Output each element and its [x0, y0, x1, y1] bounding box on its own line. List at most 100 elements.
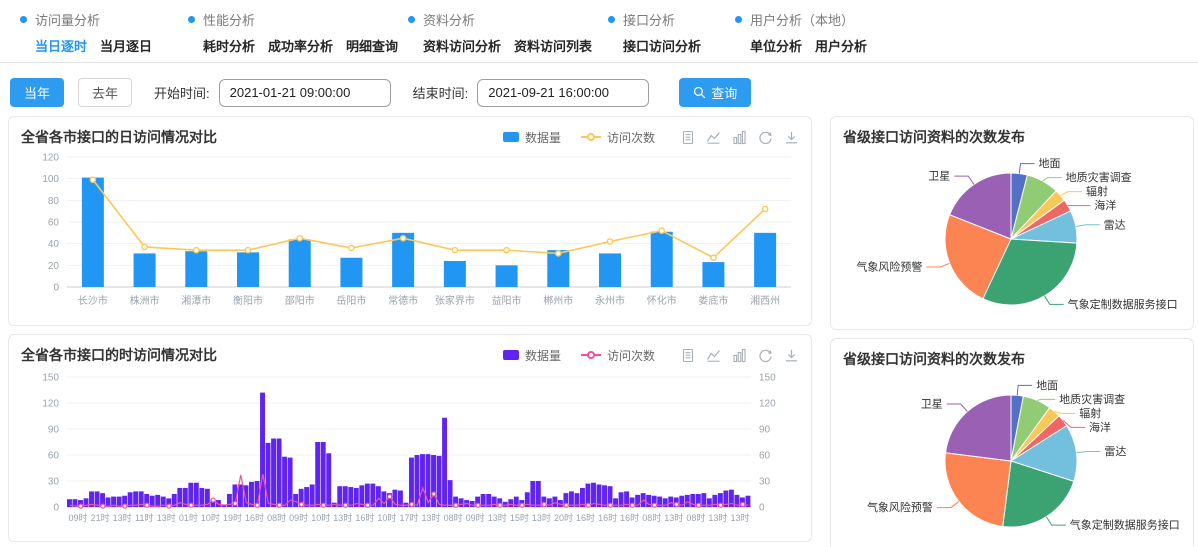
save-image-icon[interactable] — [784, 348, 799, 363]
end-time-label: 结束时间: — [413, 83, 469, 102]
hourly-chart-card: 全省各市接口的时访问情况对比 数据量 访问次数 — [8, 334, 812, 542]
svg-text:16时: 16时 — [355, 512, 374, 523]
nav-item-0-1[interactable]: 当月逐日 — [100, 36, 152, 55]
pie-bottom-header: 省级接口访问资料的次数发布 — [843, 347, 1181, 371]
save-image-icon[interactable] — [784, 130, 799, 145]
svg-text:17时: 17时 — [399, 512, 418, 523]
bullet-icon — [188, 16, 195, 23]
search-icon — [693, 86, 706, 99]
svg-text:15时: 15时 — [510, 512, 529, 523]
daily-chart-card: 全省各市接口的日访问情况对比 数据量 访问次数 — [8, 116, 812, 326]
pie-label-7: 卫星 — [928, 170, 950, 183]
daily-chart-title: 全省各市接口的日访问情况对比 — [21, 127, 217, 147]
data-view-icon[interactable] — [681, 130, 695, 145]
svg-text:150: 150 — [42, 373, 59, 384]
legend-line-label: 访问次数 — [607, 129, 655, 146]
nav-group-title: 用户分析（本地） — [750, 10, 854, 29]
svg-text:0: 0 — [759, 503, 765, 514]
daily-chart-legend[interactable]: 数据量 访问次数 — [503, 129, 655, 146]
svg-text:150: 150 — [759, 373, 776, 384]
svg-text:株洲市: 株洲市 — [130, 294, 160, 307]
nav-group-1: 性能分析耗时分析成功率分析明细查询 — [188, 10, 408, 55]
hourly-bar-line-chart[interactable]: 0030306060909012012015015009时21时13时11时13… — [21, 367, 799, 533]
svg-text:90: 90 — [48, 425, 60, 436]
switch-line-chart-icon[interactable] — [706, 348, 721, 363]
svg-text:01时: 01时 — [179, 512, 198, 523]
switch-bar-chart-icon[interactable] — [732, 130, 747, 145]
svg-text:张家界市: 张家界市 — [435, 294, 475, 307]
pie-top-header: 省级接口访问资料的次数发布 — [843, 125, 1181, 149]
svg-text:湘西州: 湘西州 — [750, 294, 780, 307]
svg-text:长沙市: 长沙市 — [78, 294, 108, 307]
bullet-icon — [408, 16, 415, 23]
pie-label-0: 地面 — [1039, 157, 1061, 170]
last-year-button[interactable]: 去年 — [78, 78, 132, 107]
nav-item-1-1[interactable]: 成功率分析 — [268, 36, 333, 55]
pie-label-4: 雷达 — [1104, 218, 1126, 231]
nav-item-1-0[interactable]: 耗时分析 — [203, 36, 255, 55]
legend-bar-swatch — [503, 132, 519, 142]
pie-label-3: 海洋 — [1094, 198, 1116, 212]
svg-text:16时: 16时 — [620, 512, 639, 523]
bullet-icon — [735, 16, 742, 23]
nav-item-4-0[interactable]: 单位分析 — [750, 36, 802, 55]
search-button[interactable]: 查询 — [679, 78, 751, 107]
pie-label-5: 气象定制数据服务接口 — [1070, 518, 1180, 532]
start-time-input[interactable] — [219, 79, 391, 107]
province-pie-chart-bottom[interactable]: 地面地质灾害调查辐射海洋雷达气象定制数据服务接口气象风险预警卫星 — [843, 371, 1181, 543]
data-view-icon[interactable] — [681, 348, 695, 363]
svg-text:09时: 09时 — [466, 512, 485, 523]
svg-text:13时: 13时 — [113, 512, 132, 523]
svg-text:娄底市: 娄底市 — [698, 294, 728, 307]
start-time-label: 开始时间: — [154, 83, 210, 102]
search-button-label: 查询 — [711, 83, 737, 102]
hourly-chart-legend[interactable]: 数据量 访问次数 — [503, 347, 655, 364]
svg-text:13时: 13时 — [730, 512, 749, 523]
svg-text:10时: 10时 — [311, 512, 330, 523]
svg-text:13时: 13时 — [664, 512, 683, 523]
svg-text:衡阳市: 衡阳市 — [233, 294, 263, 307]
svg-text:13时: 13时 — [708, 512, 727, 523]
nav-item-0-0[interactable]: 当日逐时 — [35, 36, 87, 55]
province-pie-chart-top[interactable]: 地面地质灾害调查辐射海洋雷达气象定制数据服务接口气象风险预警卫星 — [843, 149, 1181, 321]
svg-text:16时: 16时 — [245, 512, 264, 523]
svg-text:80: 80 — [48, 196, 60, 207]
nav-group-title: 访问量分析 — [35, 10, 100, 29]
switch-bar-chart-icon[interactable] — [732, 348, 747, 363]
svg-text:岳阳市: 岳阳市 — [336, 294, 366, 307]
svg-text:郴州市: 郴州市 — [543, 294, 573, 307]
pie-top-card: 省级接口访问资料的次数发布 地面地质灾害调查辐射海洋雷达气象定制数据服务接口气象… — [830, 116, 1194, 330]
svg-text:13时: 13时 — [157, 512, 176, 523]
legend-line-swatch — [581, 132, 601, 143]
svg-text:16时: 16时 — [576, 512, 595, 523]
svg-text:60: 60 — [48, 451, 60, 462]
restore-icon[interactable] — [758, 348, 773, 363]
svg-text:10时: 10时 — [377, 512, 396, 523]
nav-item-2-0[interactable]: 资料访问分析 — [423, 36, 501, 55]
daily-bar-line-chart[interactable]: 020406080100120长沙市株洲市湘潭市衡阳市邵阳市岳阳市常德市张家界市… — [21, 149, 799, 317]
pie-label-2: 辐射 — [1079, 406, 1101, 420]
svg-text:13时: 13时 — [488, 512, 507, 523]
nav-item-2-1[interactable]: 资料访问列表 — [514, 36, 592, 55]
pie-label-6: 气象风险预警 — [867, 500, 933, 514]
nav-item-3-0[interactable]: 接口访问分析 — [623, 36, 701, 55]
pie-label-5: 气象定制数据服务接口 — [1068, 297, 1178, 311]
svg-text:13时: 13时 — [333, 512, 352, 523]
nav-group-title: 资料分析 — [423, 10, 475, 29]
dashboard-page: 访问量分析当日逐时当月逐日性能分析耗时分析成功率分析明细查询资料分析资料访问分析… — [0, 0, 1198, 547]
svg-text:10时: 10时 — [201, 512, 220, 523]
svg-text:湘潭市: 湘潭市 — [181, 294, 211, 307]
svg-text:20时: 20时 — [554, 512, 573, 523]
svg-text:08时: 08时 — [642, 512, 661, 523]
pie-label-6: 气象风险预警 — [856, 259, 922, 273]
nav-item-4-1[interactable]: 用户分析 — [815, 36, 867, 55]
svg-text:永州市: 永州市 — [595, 294, 625, 307]
this-year-button[interactable]: 当年 — [10, 78, 64, 107]
switch-line-chart-icon[interactable] — [706, 130, 721, 145]
nav-group-title: 性能分析 — [203, 10, 255, 29]
daily-chart-toolbox — [681, 130, 799, 145]
nav-item-1-2[interactable]: 明细查询 — [346, 36, 398, 55]
svg-text:120: 120 — [42, 399, 59, 410]
restore-icon[interactable] — [758, 130, 773, 145]
end-time-input[interactable] — [477, 79, 649, 107]
